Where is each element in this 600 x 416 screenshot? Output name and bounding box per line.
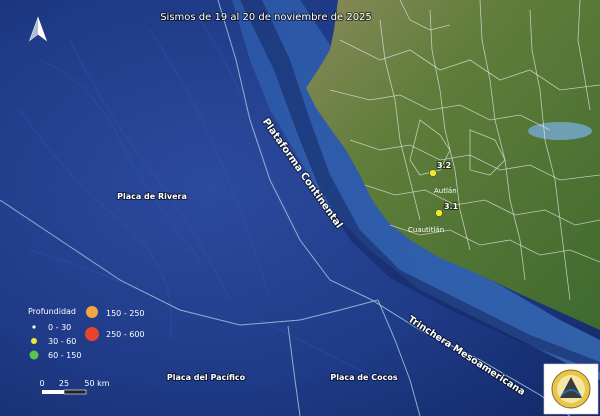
town-label-autlan: Autlán (434, 187, 457, 195)
legend-label-0-30: 0 - 30 (48, 323, 71, 332)
legend-label-30-60: 30 - 60 (48, 337, 76, 346)
quake-magnitude-2: 3.1 (444, 202, 459, 211)
lake (528, 122, 592, 140)
quake-magnitude-1: 3.2 (437, 161, 451, 170)
legend-label-60-150: 60 - 150 (48, 351, 81, 360)
legend-swatch-60-150 (29, 350, 39, 360)
quake-marker-2[interactable] (435, 209, 443, 217)
scale-tick-25: 25 (59, 379, 69, 388)
legend-label-250-600: 250 - 600 (106, 330, 145, 339)
scale-tick-0: 0 (39, 379, 44, 388)
plate-label-rivera: Placa de Rivera (117, 192, 187, 201)
plate-label-cocos: Placa de Cocos (330, 373, 397, 382)
legend-title: Profundidad (28, 307, 76, 316)
institution-logo (543, 363, 599, 415)
scale-tick-50: 50 km (84, 379, 109, 388)
town-label-cuautitlan: Cuautitlán (408, 226, 444, 234)
legend-swatch-150-250 (86, 306, 98, 318)
legend-swatch-0-30 (32, 325, 36, 329)
legend-label-150-250: 150 - 250 (106, 309, 145, 318)
quake-marker-1[interactable] (429, 169, 437, 177)
legend-swatch-30-60 (31, 338, 37, 344)
map-title: Sismos de 19 al 20 de noviembre de 2025 (160, 12, 372, 23)
plate-label-pacifico: Placa del Pacífico (167, 373, 246, 382)
earthquake-map: Sismos de 19 al 20 de noviembre de 2025 … (0, 0, 600, 416)
legend-swatch-250-600 (85, 327, 99, 341)
